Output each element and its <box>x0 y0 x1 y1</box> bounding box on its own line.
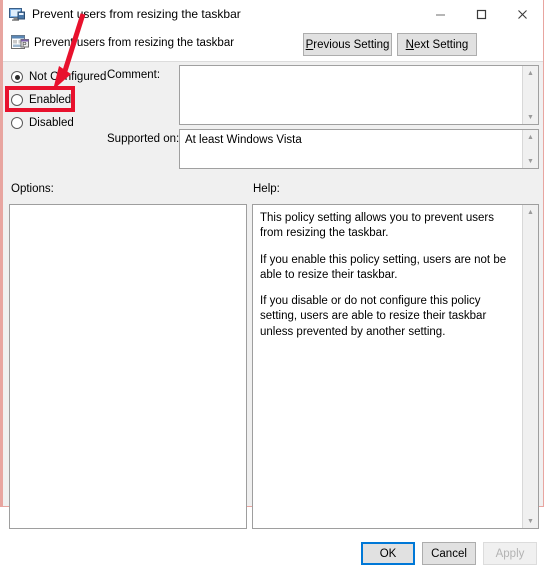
setting-name: Prevent users from resizing the taskbar <box>34 37 235 49</box>
radio-indicator-enabled[interactable] <box>11 94 23 106</box>
scroll-up-icon[interactable]: ▲ <box>523 67 539 79</box>
help-scrollbar[interactable]: ▲ ▼ <box>522 205 538 528</box>
supported-on-scrollbar[interactable]: ▲ ▼ <box>522 130 538 168</box>
dialog-body: Not Configured Enabled Disabled Comment:… <box>3 61 543 565</box>
comment-input[interactable] <box>180 66 522 124</box>
help-panel: This policy setting allows you to preven… <box>252 204 539 529</box>
policy-setting-dialog: Prevent users from resizing the taskbar … <box>0 0 544 565</box>
scroll-up-icon[interactable]: ▲ <box>523 131 539 143</box>
close-button[interactable] <box>502 0 543 28</box>
maximize-button[interactable] <box>461 0 502 28</box>
minimize-button[interactable] <box>420 0 461 28</box>
apply-button: Apply <box>483 542 537 565</box>
options-label: Options: <box>11 183 54 195</box>
previous-setting-button[interactable]: Previous Setting <box>303 33 392 56</box>
title-bar: Prevent users from resizing the taskbar <box>3 0 543 28</box>
radio-label-disabled: Disabled <box>29 117 74 129</box>
help-text: This policy setting allows you to preven… <box>253 205 522 528</box>
scroll-down-icon[interactable]: ▼ <box>523 111 539 123</box>
options-panel[interactable] <box>9 204 247 529</box>
ok-button[interactable]: OK <box>361 542 415 565</box>
setting-header-bar: P Prevent users from resizing the taskba… <box>3 28 543 62</box>
comment-box[interactable]: ▲ ▼ <box>179 65 539 125</box>
radio-disabled[interactable]: Disabled <box>11 115 74 131</box>
radio-indicator-disabled[interactable] <box>11 117 23 129</box>
window-title: Prevent users from resizing the taskbar <box>32 7 241 21</box>
help-paragraph: If you enable this policy setting, users… <box>260 253 507 281</box>
radio-indicator-not-configured[interactable] <box>11 71 23 83</box>
radio-not-configured[interactable]: Not Configured <box>11 69 106 85</box>
monitor-policy-icon <box>9 6 25 22</box>
supported-on-label: Supported on: <box>107 133 180 145</box>
help-paragraph: If you disable or do not configure this … <box>260 295 487 338</box>
radio-enabled[interactable]: Enabled <box>11 92 71 108</box>
supported-on-value: At least Windows Vista <box>185 134 302 146</box>
radio-label-not-configured: Not Configured <box>29 71 107 83</box>
comment-scrollbar[interactable]: ▲ ▼ <box>522 66 538 124</box>
supported-on-box: At least Windows Vista ▲ ▼ <box>179 129 539 169</box>
scroll-up-icon[interactable]: ▲ <box>523 206 539 218</box>
radio-label-enabled: Enabled <box>29 94 72 106</box>
taskbar-policy-icon: P <box>11 34 29 52</box>
svg-text:P: P <box>22 41 26 48</box>
scroll-down-icon[interactable]: ▼ <box>523 515 539 527</box>
cancel-button[interactable]: Cancel <box>422 542 476 565</box>
help-label: Help: <box>253 183 280 195</box>
comment-label: Comment: <box>107 69 161 81</box>
help-paragraph: This policy setting allows you to preven… <box>260 212 494 240</box>
scroll-down-icon[interactable]: ▼ <box>523 155 539 167</box>
next-setting-button[interactable]: Next Setting <box>397 33 477 56</box>
